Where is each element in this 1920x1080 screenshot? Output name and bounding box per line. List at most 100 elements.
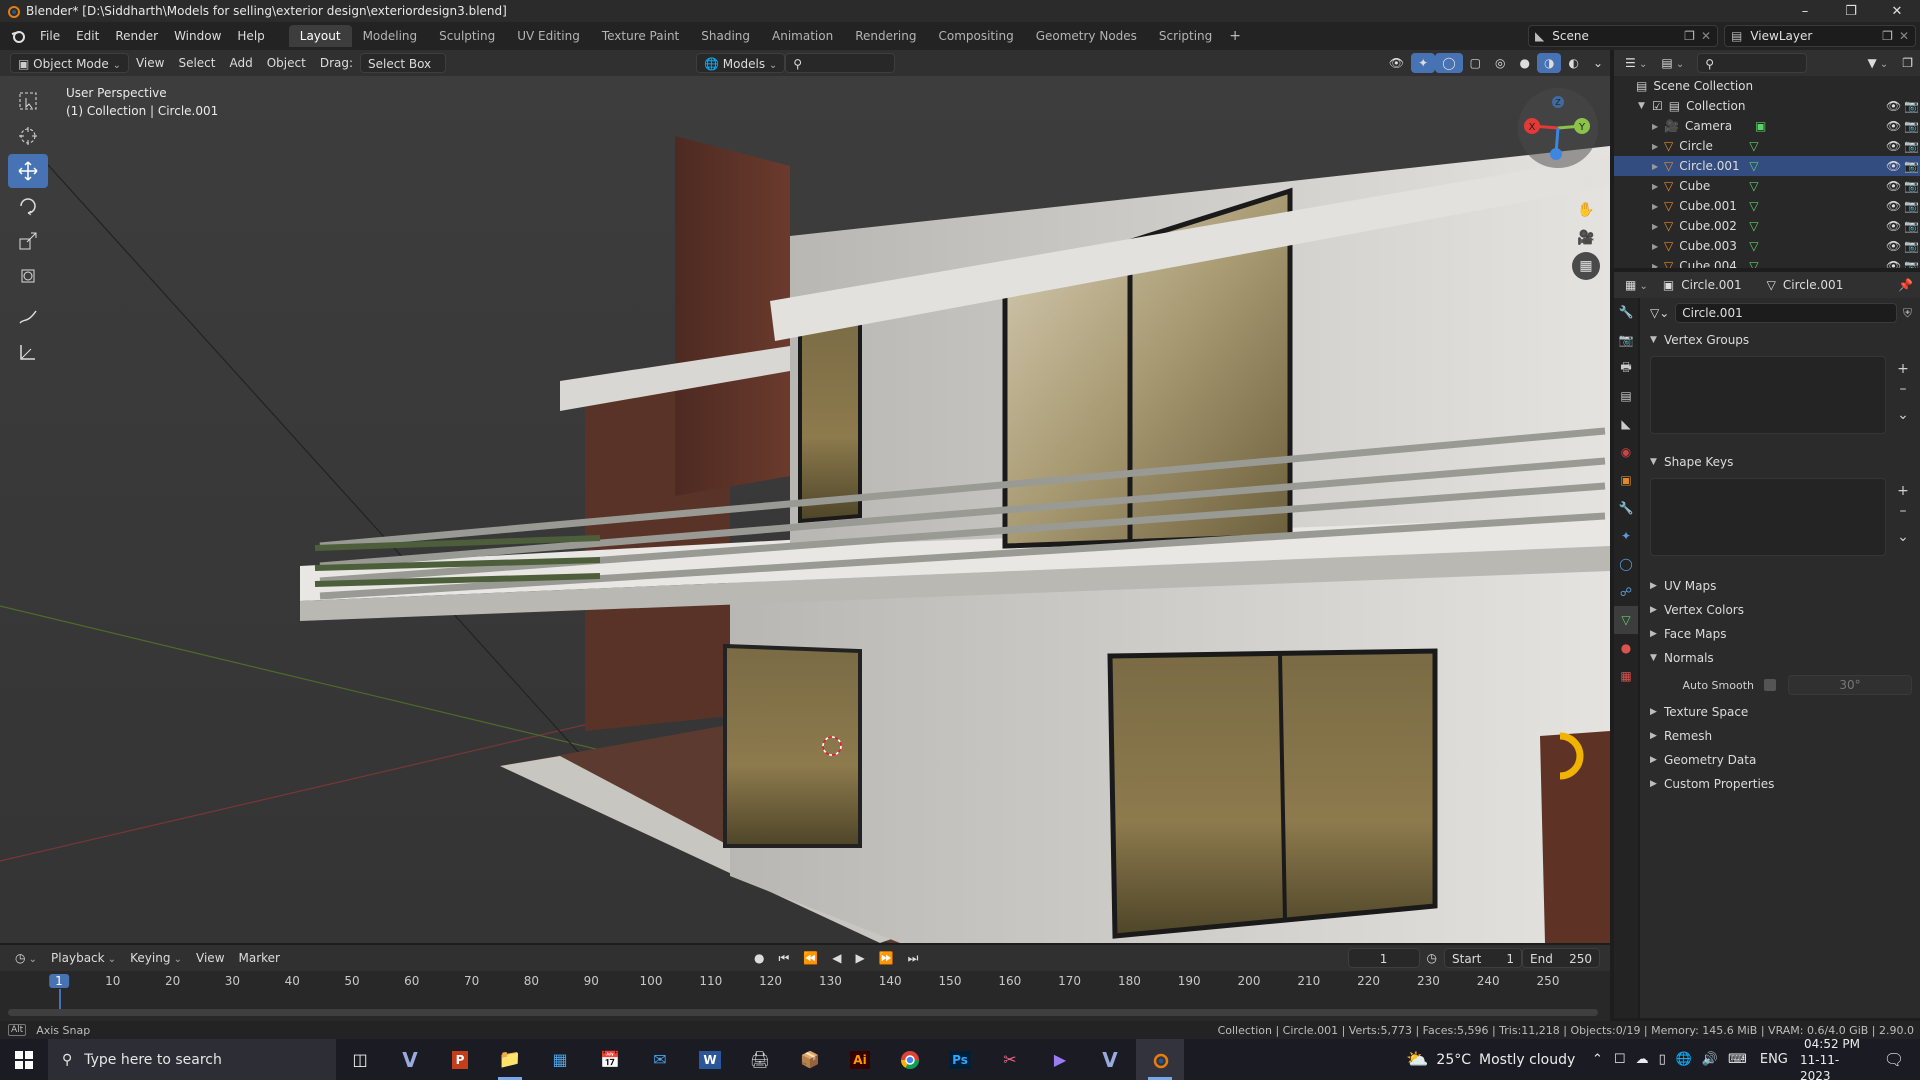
tray-battery-icon[interactable]: ▯ (1659, 1052, 1666, 1067)
vertex-groups-list[interactable] (1650, 356, 1886, 434)
remove-scene-icon[interactable]: ✕ (1701, 29, 1711, 43)
material-tab-icon[interactable]: ● (1614, 634, 1638, 662)
panel-normals[interactable]: ▼ Normals (1640, 646, 1920, 670)
modifier-tab-icon[interactable]: 🔧 (1614, 494, 1638, 522)
outliner-item-cube-003[interactable]: ▶ ▽ Cube.003 ▽ 👁 📷 (1614, 236, 1920, 256)
prev-keyframe-icon[interactable]: ⏪ (796, 948, 825, 968)
taskbar-clock[interactable]: 04:52 PM 11-11-2023 (1800, 1037, 1864, 1080)
tool-transform[interactable] (8, 259, 48, 293)
tray-language[interactable]: ENG (1760, 1052, 1788, 1067)
breadcrumb-object[interactable]: Circle.001 (1674, 275, 1748, 295)
weather-widget[interactable]: ⛅ 25°C Mostly cloudy (1406, 1039, 1575, 1080)
play-reverse-icon[interactable]: ◀ (825, 948, 848, 968)
display-mode-icon[interactable]: ▤ (1654, 53, 1691, 73)
timeline-editor-type-icon[interactable]: ◷ (8, 948, 44, 968)
outliner-item-circle[interactable]: ▶ ▽ Circle ▽ 👁 📷 (1614, 136, 1920, 156)
photoshop-app-icon[interactable]: Ps (936, 1039, 984, 1080)
tool-rotate[interactable] (8, 189, 48, 223)
expand-arrow-icon[interactable]: ▼ (1638, 101, 1652, 111)
eye-icon[interactable]: 👁 (1886, 199, 1901, 213)
remove-view-layer-icon[interactable]: ✕ (1899, 29, 1909, 43)
expand-arrow-icon[interactable]: ▶ (1652, 242, 1664, 251)
tool-move[interactable] (8, 154, 48, 188)
outliner-item-circle-001[interactable]: ▶ ▽ Circle.001 ▽ 👁 📷 (1614, 156, 1920, 176)
notifications-icon[interactable]: 🗨 (1876, 1039, 1912, 1080)
gizmo-z-label[interactable]: Z (1555, 98, 1561, 107)
render-camera-icon[interactable]: 📷 (1904, 99, 1919, 113)
illustrator-app-icon[interactable]: Ai (836, 1039, 884, 1080)
new-view-layer-icon[interactable]: ❐ (1882, 29, 1893, 43)
shape-keys-list[interactable] (1650, 478, 1886, 556)
tray-cloud-icon[interactable]: ☁ (1636, 1052, 1649, 1067)
render-camera-icon[interactable]: 📷 (1904, 199, 1919, 213)
vivaldi-app-icon[interactable]: V (386, 1039, 434, 1080)
particles-tab-icon[interactable]: ✦ (1614, 522, 1638, 550)
outliner-item-cube-004[interactable]: ▶ ▽ Cube.004 ▽ 👁 📷 (1614, 256, 1920, 268)
outliner-item-cube[interactable]: ▶ ▽ Cube ▽ 👁 📷 (1614, 176, 1920, 196)
render-camera-icon[interactable]: 📷 (1904, 219, 1919, 233)
eye-icon[interactable]: 👁 (1886, 259, 1901, 268)
vivaldi-second-app-icon[interactable]: V (1086, 1039, 1134, 1080)
remove-vertex-group-button[interactable]: – (1894, 380, 1912, 398)
record-icon[interactable]: ● (747, 948, 771, 968)
add-vertex-group-button[interactable]: + (1894, 360, 1912, 378)
eye-icon[interactable]: 👁 (1886, 179, 1901, 193)
playback-menu[interactable]: Playback (44, 948, 123, 968)
physics-tab-icon[interactable]: ◯ (1614, 550, 1638, 578)
eye-icon[interactable]: 👁 (1886, 139, 1901, 153)
add-workspace-button[interactable]: + (1223, 28, 1247, 44)
render-tab-icon[interactable]: 📷 (1614, 326, 1638, 354)
expand-arrow-icon[interactable]: ▶ (1652, 182, 1664, 191)
panel-uv-maps[interactable]: ▶ UV Maps (1640, 574, 1920, 598)
scene-tab-icon[interactable]: ◣ (1614, 410, 1638, 438)
mesh-data-tab-icon[interactable]: ▽ (1614, 606, 1638, 634)
panel-vertex-groups[interactable]: ▼ Vertex Groups (1640, 328, 1920, 352)
media-app-icon[interactable]: ▶ (1036, 1039, 1084, 1080)
editor-type-icon[interactable]: ☰ (1618, 53, 1654, 73)
tray-meet-icon[interactable]: ☐ (1614, 1052, 1626, 1067)
panel-custom-properties[interactable]: ▶ Custom Properties (1640, 772, 1920, 796)
object-tab-icon[interactable]: ▣ (1614, 466, 1638, 494)
viewport-search-field[interactable]: ⚲ (785, 53, 896, 73)
timeline-scrollbar[interactable] (8, 1009, 1598, 1016)
view-layer-tab-icon[interactable]: ▤ (1614, 382, 1638, 410)
render-camera-icon[interactable]: 📷 (1904, 159, 1919, 173)
remove-shape-key-button[interactable]: – (1894, 502, 1912, 520)
tool-annotate[interactable] (8, 300, 48, 334)
pin-icon[interactable]: 📌 (1891, 275, 1920, 295)
shape-key-menu-button[interactable]: ⌄ (1894, 528, 1912, 546)
auto-smooth-checkbox[interactable] (1764, 679, 1776, 691)
tray-volume-icon[interactable]: 🔊 (1702, 1052, 1718, 1067)
render-camera-icon[interactable]: 📷 (1904, 119, 1919, 133)
rendered-shading-icon[interactable]: ◐ (1561, 53, 1585, 73)
archive-app-icon[interactable]: 📦 (786, 1039, 834, 1080)
outliner-item-cube-002[interactable]: ▶ ▽ Cube.002 ▽ 👁 📷 (1614, 216, 1920, 236)
microsoft-store-app-icon[interactable]: ▦ (536, 1039, 584, 1080)
windows-start-icon[interactable] (0, 1039, 48, 1080)
render-camera-icon[interactable]: 📷 (1904, 179, 1919, 193)
expand-arrow-icon[interactable]: ▶ (1652, 142, 1664, 151)
eye-icon[interactable]: 👁 (1886, 159, 1901, 173)
panel-geometry-data[interactable]: ▶ Geometry Data (1640, 748, 1920, 772)
menu-edit[interactable]: Edit (68, 25, 107, 47)
new-scene-icon[interactable]: ❐ (1684, 29, 1695, 43)
jump-end-icon[interactable]: ⏭ (901, 948, 926, 968)
mesh-name-field[interactable]: Circle.001 (1675, 303, 1897, 323)
object-menu[interactable]: Object (260, 53, 313, 73)
outliner-item-camera[interactable]: ▶ 🎥 Camera ▣ 👁 📷 (1614, 116, 1920, 136)
taskbar-search-box[interactable]: ⚲ Type here to search (48, 1039, 336, 1080)
shading-options-icon[interactable]: ⌄ (1586, 53, 1610, 73)
mail-app-icon[interactable]: ✉ (636, 1039, 684, 1080)
add-menu[interactable]: Add (223, 53, 260, 73)
auto-smooth-angle-field[interactable]: 30° (1788, 675, 1912, 695)
close-button[interactable]: ✕ (1874, 0, 1920, 22)
constraints-tab-icon[interactable]: ☍ (1614, 578, 1638, 606)
render-camera-icon[interactable]: 📷 (1904, 139, 1919, 153)
breadcrumb-data[interactable]: Circle.001 (1776, 275, 1850, 295)
preview-range-icon[interactable]: ◷ (1420, 948, 1444, 968)
expand-arrow-icon[interactable]: ▶ (1652, 222, 1664, 231)
tab-texture-paint[interactable]: Texture Paint (591, 25, 690, 47)
outliner-search-field[interactable]: ⚲ (1697, 53, 1808, 73)
transform-orientation-dropdown[interactable]: 🌐 Models (696, 53, 786, 73)
eye-icon[interactable]: 👁 (1886, 99, 1901, 113)
